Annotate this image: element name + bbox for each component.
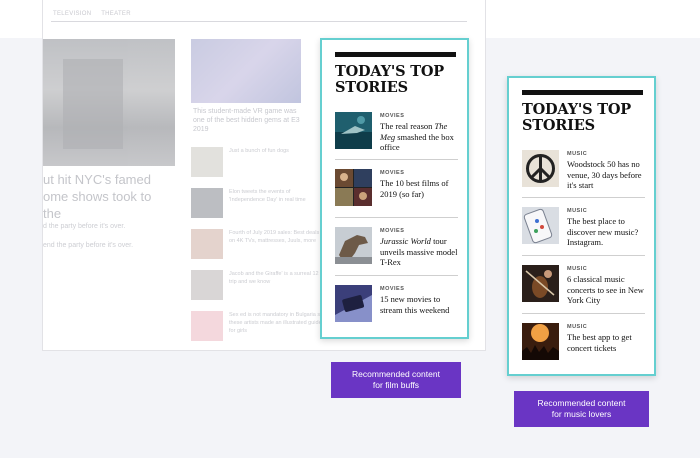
divider xyxy=(522,197,645,198)
list-item-text: Elon tweets the events of 'Independence … xyxy=(229,189,306,203)
story-headline[interactable]: Jurassic World tour unveils massive mode… xyxy=(380,236,460,268)
vr-game-headline[interactable]: This student-made VR game was one of the… xyxy=(193,107,303,134)
story-headline[interactable]: 15 new movies to stream this weekend xyxy=(380,294,460,315)
film-top-stories-card: TODAY'S TOP STORIES MOVIES The real reas… xyxy=(320,38,469,339)
music-lovers-caption: Recommended content for music lovers xyxy=(514,391,649,427)
story-category: MOVIES xyxy=(380,170,405,176)
thumbnail xyxy=(191,188,223,218)
story-category: MOVIES xyxy=(380,286,405,292)
peace-sign-icon xyxy=(522,150,559,187)
story-item[interactable]: MOVIES The real reason The Meg smashed t… xyxy=(335,112,458,162)
violinist-icon xyxy=(522,265,559,302)
story-item[interactable]: MOVIES The 10 best films of 2019 (so far… xyxy=(335,169,458,219)
concert-crowd-icon xyxy=(522,323,559,360)
story-category: MOVIES xyxy=(380,228,405,234)
story-item[interactable]: MUSIC Woodstock 50 has no venue, 30 days… xyxy=(522,150,645,200)
shark-underwater-icon xyxy=(335,112,372,149)
film-buffs-caption: Recommended content for film buffs xyxy=(331,362,461,398)
list-item[interactable]: Fourth of July 2019 sales: Best deals on… xyxy=(191,229,321,261)
divider xyxy=(522,255,645,256)
list-item-text: Sex ed is not mandatory in Bulgaria so t… xyxy=(229,312,324,334)
story-headline[interactable]: The best place to discover new music? In… xyxy=(567,216,647,248)
card-title: TODAY'S TOP STORIES xyxy=(335,63,444,96)
list-item[interactable]: Sex ed is not mandatory in Bulgaria so t… xyxy=(191,311,324,343)
divider xyxy=(335,275,458,276)
list-item-text: Fourth of July 2019 sales: Best deals on… xyxy=(229,230,320,244)
film-collage-icon xyxy=(335,169,372,206)
story-item[interactable]: MUSIC 6 classical music concerts to see … xyxy=(522,265,645,315)
story-category: MOVIES xyxy=(380,113,405,119)
story-headline[interactable]: The best app to get concert tickets xyxy=(567,332,647,353)
t-rex-icon xyxy=(335,227,372,264)
nav-item-theater[interactable]: THEATER xyxy=(101,11,131,17)
divider xyxy=(522,313,645,314)
story-item[interactable]: MUSIC The best place to discover new mus… xyxy=(522,207,645,257)
hero-image[interactable] xyxy=(43,39,175,166)
divider xyxy=(335,217,458,218)
story-headline[interactable]: Woodstock 50 has no venue, 30 days befor… xyxy=(567,159,647,191)
card-top-bar xyxy=(335,52,456,57)
list-item[interactable]: Jacob and the Giraffe' is a surreal 12 t… xyxy=(191,270,321,302)
thumbnail xyxy=(191,229,223,259)
list-item[interactable]: Just a bunch of fun dogs xyxy=(191,147,321,179)
hero-subtext: d the party before it's over. xyxy=(43,223,126,230)
hero-subtext: end the party before it's over. xyxy=(43,242,134,249)
card-top-bar xyxy=(522,90,643,95)
story-category: MUSIC xyxy=(567,208,588,214)
divider xyxy=(335,159,458,160)
story-headline[interactable]: 6 classical music concerts to see in New… xyxy=(567,274,647,306)
background-nav: TELEVISION THEATER xyxy=(53,11,139,17)
story-headline[interactable]: The real reason The Meg smashed the box … xyxy=(380,121,460,153)
streaming-device-icon xyxy=(335,285,372,322)
phone-app-icon xyxy=(522,207,559,244)
story-category: MUSIC xyxy=(567,324,588,330)
story-category: MUSIC xyxy=(567,266,588,272)
story-headline[interactable]: The 10 best films of 2019 (so far) xyxy=(380,178,460,199)
music-top-stories-card: TODAY'S TOP STORIES MUSIC Woodstock 50 h… xyxy=(507,76,656,376)
story-item[interactable]: MUSIC The best app to get concert ticket… xyxy=(522,323,645,373)
nav-rule xyxy=(51,21,467,22)
vr-game-image[interactable] xyxy=(191,39,301,103)
thumbnail xyxy=(191,270,223,300)
thumbnail xyxy=(191,311,223,341)
hero-headline[interactable]: ut hit NYC's famed ome shows took to the xyxy=(43,171,173,222)
story-item[interactable]: MOVIES Jurassic World tour unveils massi… xyxy=(335,227,458,277)
list-item-text: Jacob and the Giraffe' is a surreal 12 t… xyxy=(229,271,319,285)
story-category: MUSIC xyxy=(567,151,588,157)
nav-item-television[interactable]: TELEVISION xyxy=(53,11,91,17)
list-item-text: Just a bunch of fun dogs xyxy=(229,148,289,154)
story-item[interactable]: MOVIES 15 new movies to stream this week… xyxy=(335,285,458,335)
thumbnail xyxy=(191,147,223,177)
card-title: TODAY'S TOP STORIES xyxy=(522,101,631,134)
list-item[interactable]: Elon tweets the events of 'Independence … xyxy=(191,188,321,220)
